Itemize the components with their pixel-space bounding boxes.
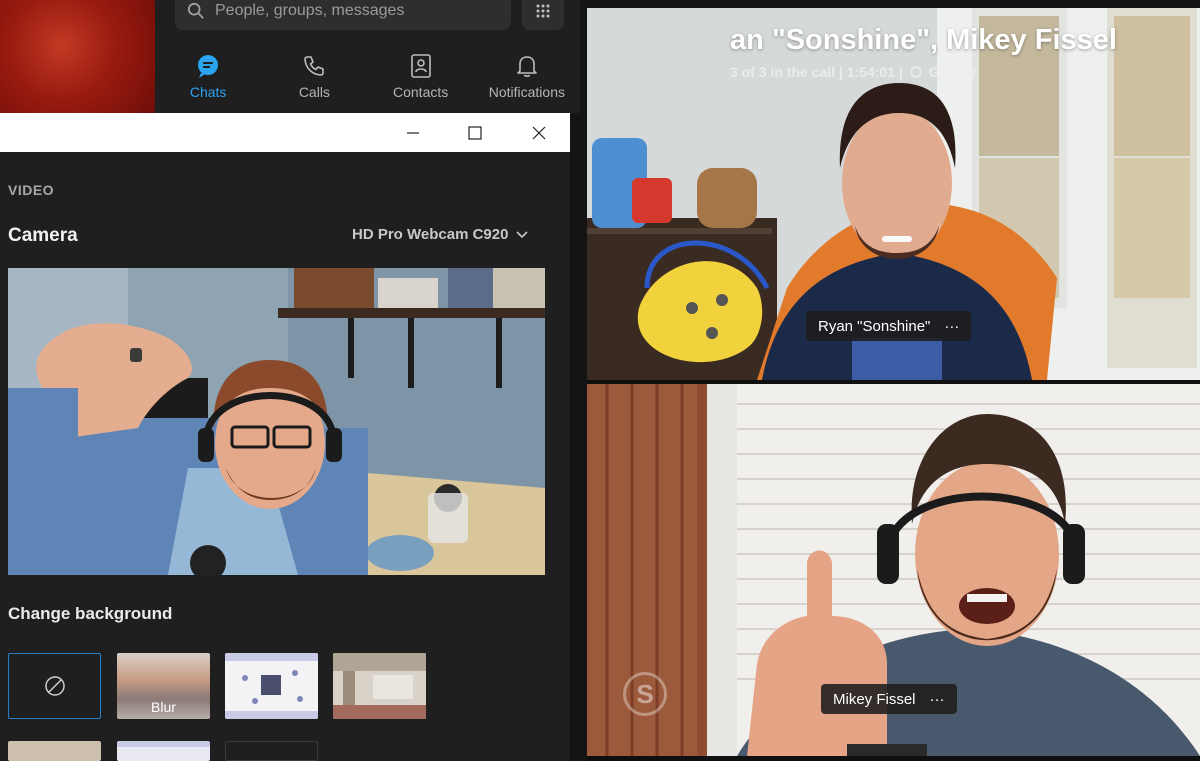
participant-label-ryan[interactable]: Ryan "Sonshine" ··· bbox=[806, 311, 972, 341]
search-input[interactable]: People, groups, messages bbox=[175, 0, 511, 30]
desktop-wallpaper bbox=[0, 0, 155, 115]
camera-dropdown[interactable]: HD Pro Webcam C920 bbox=[352, 226, 529, 243]
view-mode-button[interactable]: Gallery bbox=[929, 64, 976, 80]
maximize-icon bbox=[468, 126, 482, 140]
camera-label: Camera bbox=[8, 225, 78, 246]
maximize-button[interactable] bbox=[462, 120, 488, 146]
phone-icon bbox=[304, 56, 325, 76]
tab-notifications-label: Notifications bbox=[488, 84, 565, 100]
camera-preview-image bbox=[8, 268, 545, 575]
background-blur-option[interactable]: Blur bbox=[117, 653, 210, 719]
main-nav: Chats Calls Contacts Notifications bbox=[155, 52, 580, 107]
settings-window: VIDEO Camera HD Pro Webcam C920 Change b… bbox=[0, 113, 572, 761]
dialpad-icon bbox=[536, 4, 550, 18]
background-image-option-1[interactable] bbox=[225, 653, 318, 719]
dialpad-button[interactable] bbox=[522, 0, 564, 30]
more-options-icon[interactable]: ··· bbox=[944, 318, 959, 335]
search-placeholder: People, groups, messages bbox=[215, 2, 405, 19]
camera-preview bbox=[8, 268, 545, 575]
video-section-label: VIDEO bbox=[8, 182, 55, 198]
none-icon bbox=[44, 676, 65, 696]
chevron-down-icon bbox=[516, 230, 529, 238]
screen: People, groups, messages Chats Calls Con… bbox=[0, 0, 1200, 761]
participant-video-mikey: S Mikey Fissel ··· bbox=[587, 384, 1200, 756]
tab-contacts-label: Contacts bbox=[393, 84, 449, 100]
minimize-button[interactable] bbox=[400, 120, 426, 146]
more-options-icon[interactable]: ··· bbox=[930, 691, 945, 708]
call-status-text: 3 of 3 in the call | 1:54:01 | bbox=[730, 64, 903, 80]
skype-logo-icon: S bbox=[623, 672, 667, 716]
background-image-option-4[interactable] bbox=[117, 741, 210, 761]
contacts-icon bbox=[410, 54, 431, 78]
change-background-label: Change background bbox=[8, 604, 173, 623]
background-none-option[interactable] bbox=[8, 653, 101, 719]
participant-name: Ryan "Sonshine" bbox=[818, 317, 931, 335]
chat-icon bbox=[198, 55, 219, 78]
tab-notifications[interactable]: Notifications bbox=[474, 52, 580, 107]
call-status: 3 of 3 in the call | 1:54:01 | Gallery bbox=[730, 64, 976, 80]
tab-chats-label: Chats bbox=[189, 84, 227, 100]
window-gap bbox=[570, 113, 587, 761]
background-image-option-3[interactable] bbox=[8, 741, 101, 761]
window-titlebar bbox=[0, 113, 570, 152]
participant-video-ryan: an "Sonshine", Mikey Fissel 3 of 3 in th… bbox=[587, 8, 1200, 380]
participant-label-mikey[interactable]: Mikey Fissel ··· bbox=[821, 684, 957, 714]
skype-sidebar: People, groups, messages Chats Calls Con… bbox=[155, 0, 580, 115]
tab-chats[interactable]: Chats bbox=[155, 52, 261, 107]
close-button[interactable] bbox=[526, 120, 552, 146]
tab-contacts[interactable]: Contacts bbox=[368, 52, 474, 107]
call-window: an "Sonshine", Mikey Fissel 3 of 3 in th… bbox=[587, 8, 1200, 761]
background-blur-label: Blur bbox=[151, 699, 176, 715]
background-thumbnail-2 bbox=[333, 653, 426, 719]
tab-calls[interactable]: Calls bbox=[261, 52, 367, 107]
minimize-icon bbox=[407, 132, 419, 134]
gallery-icon bbox=[910, 66, 922, 78]
background-image-option-2[interactable] bbox=[333, 653, 426, 719]
close-icon bbox=[532, 126, 546, 140]
tab-calls-label: Calls bbox=[298, 84, 330, 100]
search-icon bbox=[187, 2, 204, 19]
camera-dropdown-value: HD Pro Webcam C920 bbox=[352, 226, 509, 243]
background-add-option[interactable] bbox=[225, 741, 318, 761]
bell-icon bbox=[517, 56, 537, 77]
call-title: an "Sonshine", Mikey Fissel bbox=[730, 24, 1117, 56]
participant-name: Mikey Fissel bbox=[833, 690, 916, 708]
background-thumbnail-1 bbox=[225, 653, 318, 719]
